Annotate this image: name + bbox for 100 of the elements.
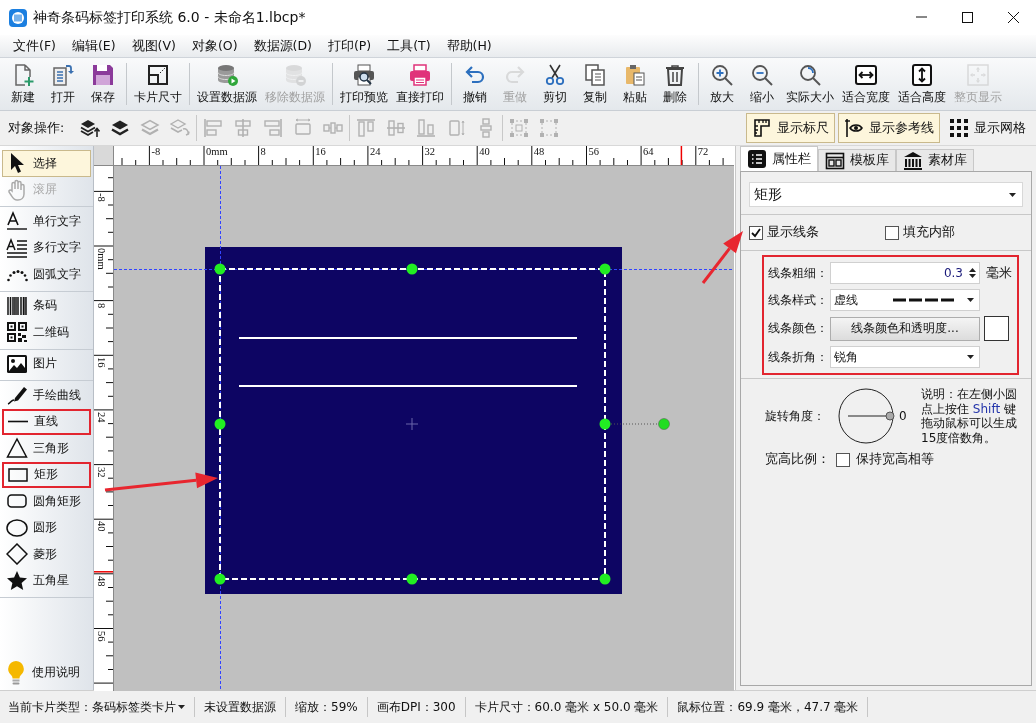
toolbox-item[interactable]: 图片: [2, 350, 91, 377]
toggle-button[interactable]: 显示网格: [943, 113, 1032, 143]
zoom-out-icon: [750, 62, 774, 87]
caret-down-icon: [967, 298, 974, 302]
toolbar-button[interactable]: 放大: [702, 59, 742, 109]
card-type-dropdown[interactable]: 当前卡片类型：条码标签类卡片: [0, 697, 195, 717]
toolbox-item[interactable]: 圆角矩形: [2, 488, 91, 515]
toolbar-label: 对象操作:: [8, 119, 65, 137]
triangle-icon: [6, 437, 28, 460]
checkbox[interactable]: [885, 225, 899, 240]
menu-item[interactable]: 编辑(E): [63, 35, 124, 57]
selection-handle[interactable]: [214, 263, 226, 275]
window-title: 神奇条码标签打印系统 6.0 - 未命名1.lbcp*: [33, 8, 307, 27]
ruler-label: 56: [95, 630, 107, 641]
toolbar-button[interactable]: 剪切: [535, 59, 575, 109]
layers-icon[interactable]: [110, 118, 131, 138]
scissors-icon: [543, 62, 567, 87]
toolbar-button[interactable]: 缩小: [742, 59, 782, 109]
ruler-label: 40: [479, 146, 490, 158]
text-letter-icon: [6, 210, 28, 233]
help-button[interactable]: 使用说明: [2, 659, 91, 686]
toolbox-item[interactable]: 单行文字: [2, 208, 91, 235]
checkbox[interactable]: [749, 225, 763, 240]
grid-icon: [949, 118, 969, 138]
color-button[interactable]: 线条颜色和透明度...: [830, 316, 980, 341]
selection-handle[interactable]: [406, 263, 418, 275]
rotation-handle[interactable]: [658, 418, 670, 430]
selection-handle[interactable]: [214, 573, 226, 585]
menu-item[interactable]: 帮助(H): [438, 35, 500, 57]
menu-item[interactable]: 数据源(D): [245, 35, 320, 57]
toolbox-item[interactable]: 条码: [2, 292, 91, 319]
layers-arrow-icon[interactable]: [80, 118, 101, 138]
toolbar-button[interactable]: 卡片尺寸: [130, 59, 186, 109]
toolbox-item[interactable]: 菱形: [2, 541, 91, 568]
toolbox-item[interactable]: 多行文字: [2, 234, 91, 261]
toolbar-button[interactable]: 实际大小: [782, 59, 838, 109]
status-text: 鼠标位置：69.9 毫米，47.7 毫米: [668, 697, 869, 717]
toolbox-item[interactable]: 选择: [2, 150, 91, 177]
status-text: 卡片尺寸：60.0 毫米 x 50.0 毫米: [465, 697, 669, 717]
ruler-label: 32: [424, 146, 436, 158]
angle-value: 0: [899, 409, 908, 423]
ruler-label: 0mm: [95, 248, 107, 270]
menu-item[interactable]: 对象(O): [183, 35, 246, 57]
menu-item[interactable]: 文件(F): [5, 35, 64, 57]
close-icon[interactable]: [1006, 11, 1020, 24]
toolbar-button[interactable]: 打开: [43, 59, 83, 109]
toolbox-item[interactable]: 二维码: [2, 319, 91, 346]
toolbox-item[interactable]: 圆形: [2, 514, 91, 541]
menu-item[interactable]: 视图(V): [123, 35, 184, 57]
center-cross-icon: [405, 417, 419, 431]
toolbar-button[interactable]: 设置数据源: [193, 59, 261, 109]
toolbar-button[interactable]: 复制: [575, 59, 615, 109]
toolbar-button[interactable]: 直接打印: [392, 59, 448, 109]
ellipse-icon: [6, 516, 28, 539]
toolbar-button[interactable]: 粘贴: [615, 59, 655, 109]
panel-tab[interactable]: 素材库: [896, 149, 974, 171]
checkbox-label: 显示线条: [767, 224, 819, 241]
menu-item[interactable]: 工具(T): [379, 35, 439, 57]
menu-item[interactable]: 打印(P): [319, 35, 380, 57]
toolbox-item[interactable]: 直线: [2, 408, 91, 435]
toolbox-item[interactable]: 圆弧文字: [2, 261, 91, 288]
toolbar-button[interactable]: 打印预览: [336, 59, 392, 109]
toolbar-button[interactable]: 删除: [655, 59, 695, 109]
rotation-dial[interactable]: [837, 387, 895, 445]
toggle-button[interactable]: 显示标尺: [746, 113, 835, 143]
selection-handle[interactable]: [599, 418, 611, 430]
selection-handle[interactable]: [599, 263, 611, 275]
toolbar-button[interactable]: 撤销: [455, 59, 495, 109]
ruler-label: 16: [95, 357, 107, 368]
panel-tab[interactable]: 属性栏: [740, 146, 818, 171]
expand-arrows-icon: [966, 62, 990, 87]
toolbox-item[interactable]: 五角星: [2, 567, 91, 594]
checkbox[interactable]: [836, 452, 850, 467]
selection-handle[interactable]: [406, 573, 418, 585]
pen-icon: [6, 384, 28, 407]
maximize-icon[interactable]: [960, 11, 974, 24]
multiline-text-icon: [6, 236, 28, 259]
toolbar-button[interactable]: 适合宽度: [838, 59, 894, 109]
document-arrow-icon: [51, 62, 75, 87]
toolbar-button[interactable]: 适合高度: [894, 59, 950, 109]
ruler-label: 8: [95, 302, 107, 308]
toggle-button[interactable]: 显示参考线: [838, 113, 940, 143]
selection-handle[interactable]: [599, 573, 611, 585]
color-swatch[interactable]: [984, 316, 1009, 341]
clipboard-icon: [623, 62, 647, 87]
ruler-label: 48: [533, 146, 545, 158]
toolbox-item[interactable]: 三角形: [2, 435, 91, 462]
copy-icon: [583, 62, 607, 87]
panel-tab[interactable]: 模板库: [818, 149, 896, 171]
number-field[interactable]: 0.3: [830, 262, 980, 284]
line-join-dropdown[interactable]: 锐角: [830, 346, 980, 368]
toolbox-item[interactable]: 矩形: [2, 461, 91, 488]
line-style-dropdown[interactable]: 虚线: [830, 289, 980, 311]
field-label: 线条折角：: [768, 348, 829, 366]
eye-icon: [844, 118, 864, 138]
toolbar-button[interactable]: 保存: [83, 59, 123, 109]
toolbar-button[interactable]: 新建: [3, 59, 43, 109]
toolbox-item[interactable]: 手绘曲线: [2, 382, 91, 409]
selection-handle[interactable]: [214, 418, 226, 430]
object-type-dropdown[interactable]: 矩形: [749, 182, 1023, 207]
